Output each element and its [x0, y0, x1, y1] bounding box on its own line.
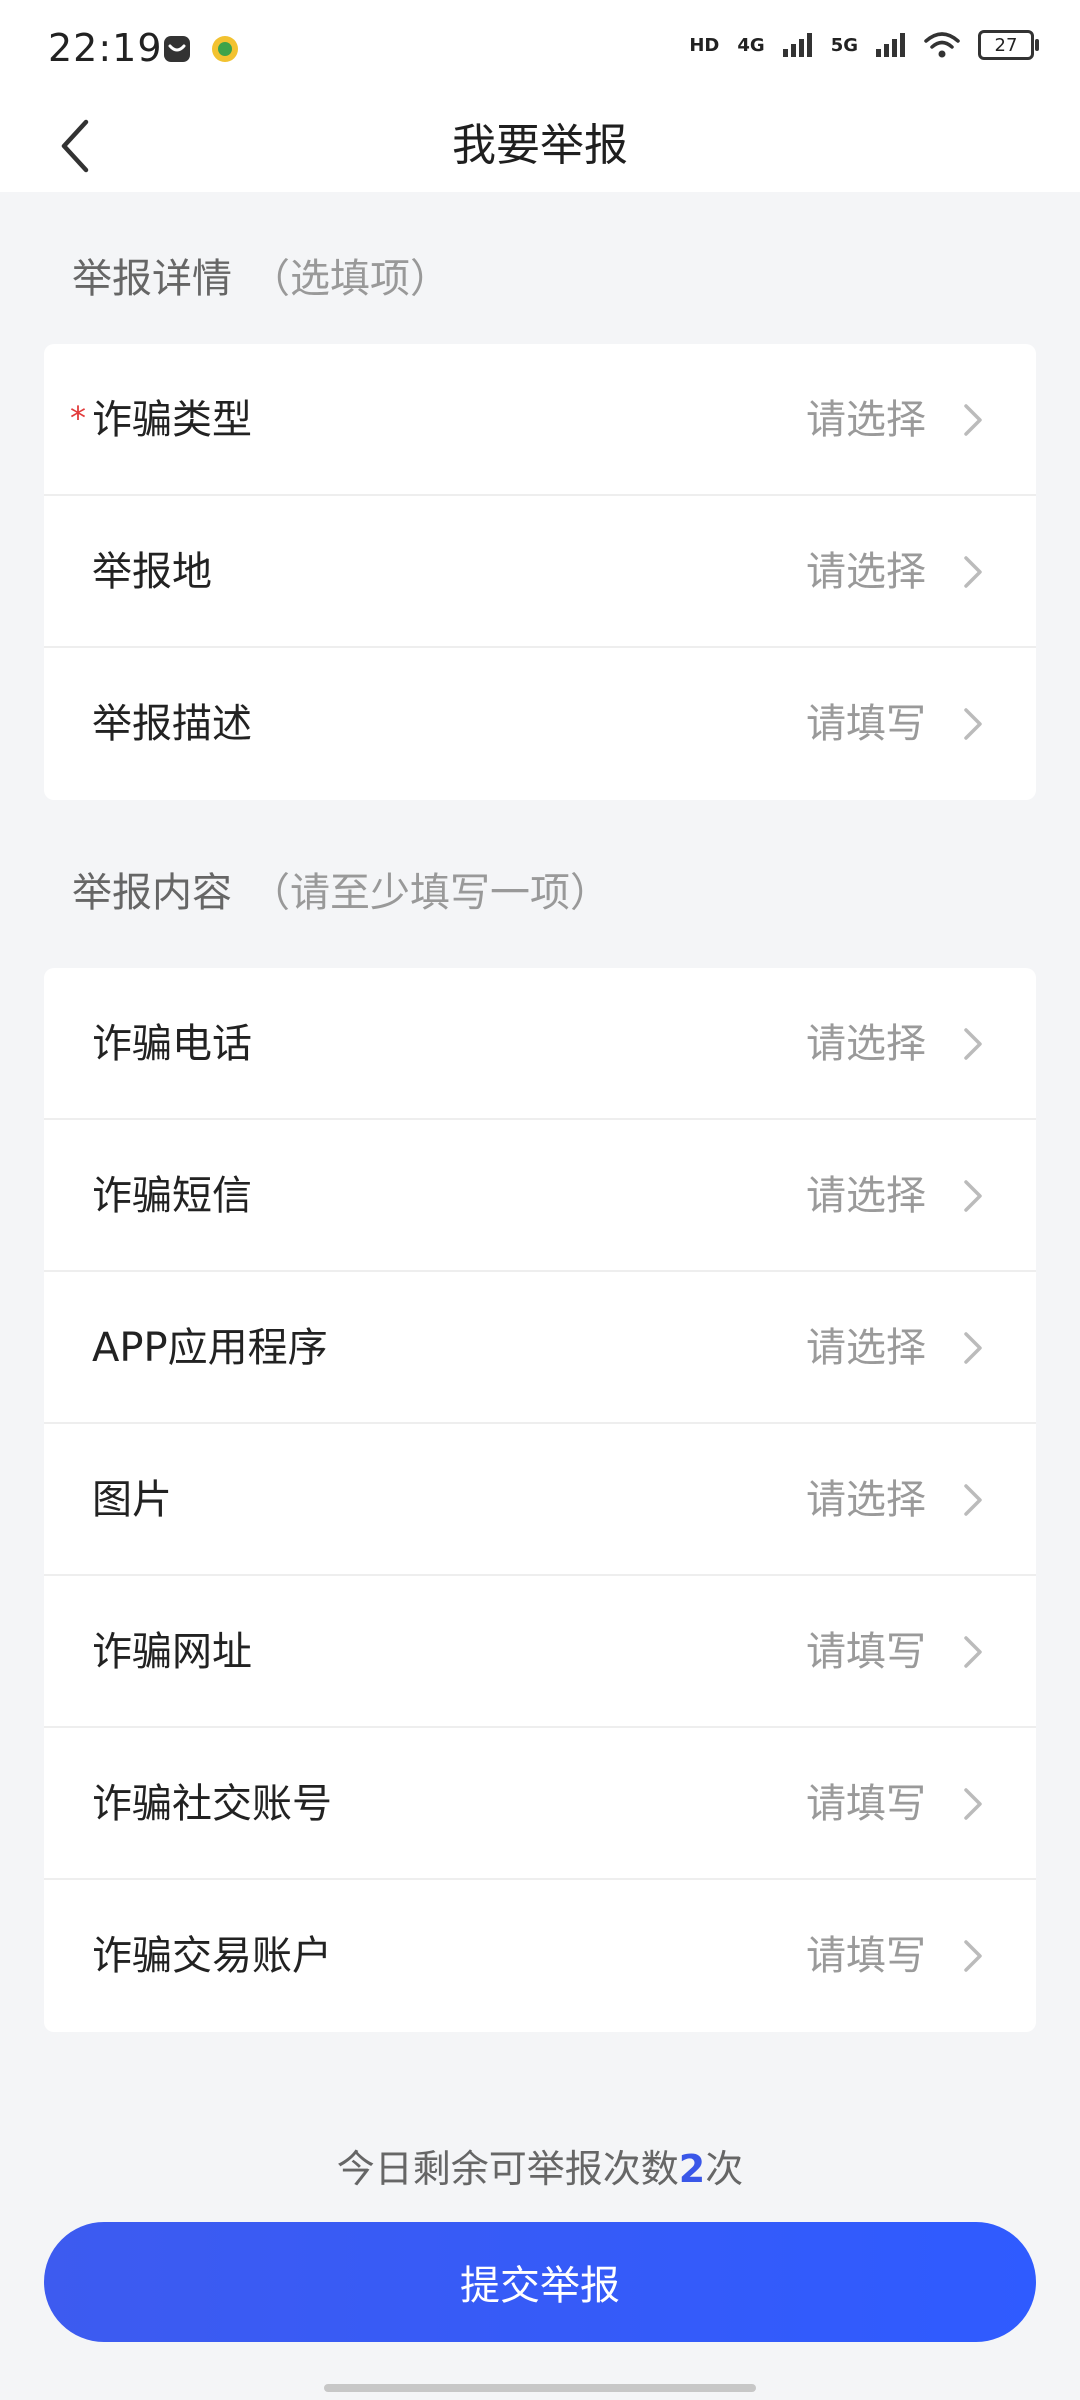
row-value: 请填写	[806, 701, 926, 747]
app-notification-icon	[212, 36, 238, 62]
chevron-right-icon	[964, 1636, 982, 1668]
row-label: 图片	[92, 1477, 172, 1523]
submit-report-button[interactable]: 提交举报	[44, 2222, 1036, 2342]
row-value: 请填写	[806, 1781, 926, 1827]
row-value: 请填写	[806, 1629, 926, 1675]
section-title-report-details: 举报详情 （选填项）	[72, 246, 450, 304]
chevron-right-icon	[964, 708, 982, 740]
remaining-report-count: 今日剩余可举报次数2次	[0, 2138, 1080, 2193]
row-label: 举报描述	[92, 701, 252, 747]
row-value: 请选择	[806, 1021, 926, 1067]
section-title-report-content: 举报内容 （请至少填写一项）	[72, 860, 610, 918]
section-title-text: 举报详情	[72, 256, 232, 302]
remain-prefix: 今日剩余可举报次数	[336, 2147, 679, 2191]
row-value: 请选择	[806, 549, 926, 595]
row-value: 请选择	[806, 1173, 926, 1219]
section-hint: （请至少填写一项）	[250, 870, 610, 916]
row-fraud-type[interactable]: * 诈骗类型 请选择	[44, 344, 1036, 496]
message-icon	[164, 36, 190, 62]
wifi-icon	[924, 32, 960, 58]
row-fraud-transaction-account[interactable]: 诈骗交易账户 请填写	[44, 1880, 1036, 2032]
nav-bar: 我要举报	[0, 100, 1080, 192]
row-fraud-phone[interactable]: 诈骗电话 请选择	[44, 968, 1036, 1120]
row-fraud-url[interactable]: 诈骗网址 请填写	[44, 1576, 1036, 1728]
row-app[interactable]: APP应用程序 请选择	[44, 1272, 1036, 1424]
row-label: APP应用程序	[92, 1325, 328, 1371]
row-label: 举报地	[92, 549, 212, 595]
row-label: 诈骗电话	[92, 1021, 252, 1067]
row-label: 诈骗短信	[92, 1173, 252, 1219]
row-label: 诈骗社交账号	[92, 1781, 332, 1827]
chevron-right-icon	[964, 1028, 982, 1060]
section-hint: （选填项）	[250, 256, 450, 302]
chevron-right-icon	[964, 1788, 982, 1820]
row-fraud-social-account[interactable]: 诈骗社交账号 请填写	[44, 1728, 1036, 1880]
network-4g-indicator: 4G	[737, 34, 765, 56]
signal-icon	[782, 33, 812, 57]
home-indicator[interactable]	[324, 2384, 756, 2392]
hd-indicator: HD	[689, 34, 720, 56]
row-label: 诈骗交易账户	[92, 1933, 332, 1979]
chevron-right-icon	[964, 1940, 982, 1972]
row-value: 请填写	[806, 1933, 926, 1979]
status-notification-icons	[162, 34, 240, 64]
remain-suffix: 次	[705, 2147, 744, 2191]
row-fraud-sms[interactable]: 诈骗短信 请选择	[44, 1120, 1036, 1272]
battery-icon: 27	[978, 30, 1039, 60]
report-content-card: 诈骗电话 请选择 诈骗短信 请选择 APP应用程序 请选择 图片 请选择 诈骗网…	[44, 968, 1036, 2032]
battery-level: 27	[994, 34, 1018, 56]
row-value: 请选择	[806, 1325, 926, 1371]
row-label: 诈骗网址	[92, 1629, 252, 1675]
row-image[interactable]: 图片 请选择	[44, 1424, 1036, 1576]
row-value: 请选择	[806, 1477, 926, 1523]
status-time: 22:19	[48, 26, 163, 70]
row-report-description[interactable]: 举报描述 请填写	[44, 648, 1036, 800]
chevron-right-icon	[964, 404, 982, 436]
chevron-right-icon	[964, 1332, 982, 1364]
row-label: 诈骗类型	[92, 397, 252, 443]
section-title-text: 举报内容	[72, 870, 232, 916]
signal-icon	[876, 33, 905, 57]
network-5g-indicator: 5G	[830, 34, 858, 56]
remain-count: 2	[678, 2147, 706, 2191]
page-title: 我要举报	[452, 120, 628, 171]
chevron-right-icon	[964, 1180, 982, 1212]
required-marker: *	[70, 399, 86, 437]
row-report-location[interactable]: 举报地 请选择	[44, 496, 1036, 648]
status-system-icons: HD 4G 5G 27	[689, 30, 1039, 60]
row-value: 请选择	[806, 397, 926, 443]
status-bar: 22:19 HD 4G 5G 27	[0, 0, 1080, 100]
report-details-card: * 诈骗类型 请选择 举报地 请选择 举报描述 请填写	[44, 344, 1036, 800]
chevron-right-icon	[964, 1484, 982, 1516]
chevron-right-icon	[964, 556, 982, 588]
